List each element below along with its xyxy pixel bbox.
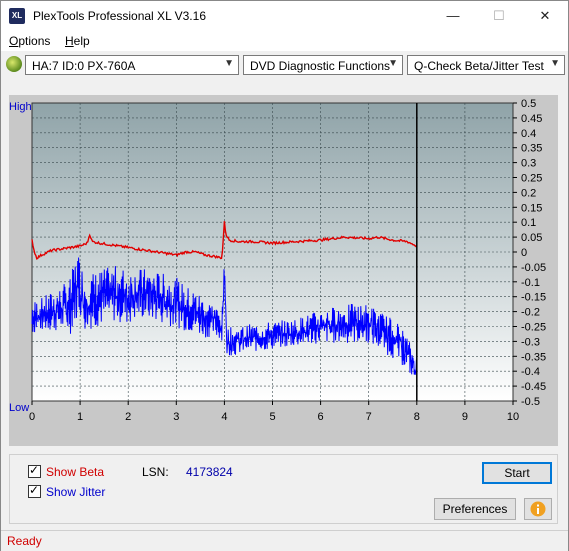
x-tick-label: 4	[221, 411, 227, 423]
show-beta-checkbox[interactable]	[28, 463, 41, 478]
toolbar: HA:7 ID:0 PX-760A ▼ DVD Diagnostic Funct…	[1, 52, 568, 80]
close-button[interactable]: ✕	[522, 1, 568, 31]
y-tick-label: -0.2	[521, 307, 540, 319]
y-tick-label: -0.5	[521, 396, 540, 408]
x-tick-label: 3	[173, 411, 179, 423]
y-tick-label: 0	[521, 247, 527, 259]
y-tick-label: 0.2	[521, 187, 536, 199]
x-tick-label: 9	[462, 411, 468, 423]
menu-bar: Options Help	[1, 31, 568, 51]
app-logo-icon: XL	[9, 8, 25, 24]
app-window: XL PlexTools Professional XL V3.16 — ☐ ✕…	[0, 0, 569, 551]
title-bar[interactable]: XL PlexTools Professional XL V3.16 — ☐ ✕	[1, 1, 568, 31]
show-jitter-checkbox[interactable]	[28, 483, 41, 498]
y-tick-label: -0.05	[521, 262, 546, 274]
y-tick-label: 0.05	[521, 232, 542, 244]
chart-frame: 0.5 0.45 0.4 0.35 0.3 0.25 0.2 0.15 0.1 0.05 0 -0.0…	[9, 95, 558, 446]
start-button[interactable]: Start	[482, 462, 552, 484]
minimize-button[interactable]: —	[430, 1, 476, 31]
axis-label-low: Low	[9, 402, 29, 414]
x-tick-label: 2	[125, 411, 131, 423]
y-tick-label: 0.5	[521, 98, 536, 110]
menu-options[interactable]: Options	[9, 34, 50, 48]
preferences-button[interactable]: Preferences	[434, 498, 516, 520]
function-select[interactable]: DVD Diagnostic Functions ▼	[243, 55, 403, 75]
axis-label-high: High	[9, 101, 32, 113]
y-tick-label: 0.35	[521, 143, 542, 155]
y-tick-label: -0.35	[521, 351, 546, 363]
y-tick-label: -0.25	[521, 322, 546, 334]
x-tick-label: 8	[414, 411, 420, 423]
maximize-button[interactable]: ☐	[476, 1, 522, 31]
drive-status-icon	[6, 56, 22, 72]
y-tick-label: 0.1	[521, 217, 536, 229]
controls-panel: Show Beta Show Jitter LSN: 4173824 Start…	[9, 454, 558, 524]
x-tick-label: 1	[77, 411, 83, 423]
drive-select-value: HA:7 ID:0 PX-760A	[32, 59, 136, 73]
chevron-down-icon: ▼	[224, 58, 234, 69]
function-select-value: DVD Diagnostic Functions	[250, 59, 391, 73]
test-select-value: Q-Check Beta/Jitter Test	[414, 59, 544, 73]
test-select[interactable]: Q-Check Beta/Jitter Test ▼	[407, 55, 565, 75]
y-tick-label: -0.15	[521, 292, 546, 304]
y-tick-label: 0.25	[521, 173, 542, 185]
y-tick-label: -0.4	[521, 366, 540, 378]
show-jitter-label[interactable]: Show Jitter	[46, 485, 105, 499]
y-tick-label: 0.3	[521, 158, 536, 170]
status-text: Ready	[7, 534, 42, 548]
x-tick-label: 0	[29, 411, 35, 423]
y-tick-label: -0.3	[521, 336, 540, 348]
info-button[interactable]	[524, 498, 552, 520]
status-bar: Ready	[1, 530, 568, 551]
info-icon	[530, 501, 546, 517]
x-tick-label: 6	[318, 411, 324, 423]
chevron-down-icon: ▼	[388, 58, 398, 69]
menu-help[interactable]: Help	[65, 34, 90, 48]
lsn-value: 4173824	[186, 465, 233, 479]
show-beta-label[interactable]: Show Beta	[46, 465, 104, 479]
beta-jitter-chart: 0.5 0.45 0.4 0.35 0.3 0.25 0.2 0.15 0.1 0.05 0 -0.0…	[9, 98, 546, 423]
x-tick-label: 5	[269, 411, 275, 423]
y-tick-label: 0.45	[521, 113, 542, 125]
window-title: PlexTools Professional XL V3.16	[33, 9, 206, 23]
chevron-down-icon: ▼	[550, 58, 560, 69]
y-tick-label: -0.1	[521, 277, 540, 289]
x-tick-label: 7	[366, 411, 372, 423]
drive-select[interactable]: HA:7 ID:0 PX-760A ▼	[25, 55, 239, 75]
lsn-label: LSN:	[142, 465, 169, 479]
y-tick-label: 0.15	[521, 202, 542, 214]
y-tick-label: 0.4	[521, 128, 536, 140]
x-tick-label: 10	[507, 411, 519, 423]
y-tick-label: -0.45	[521, 381, 546, 393]
